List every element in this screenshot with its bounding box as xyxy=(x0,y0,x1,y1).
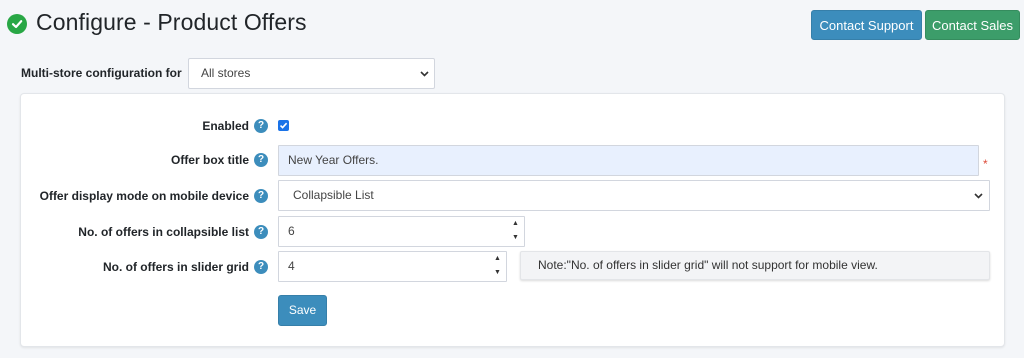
slider-count-label: No. of offers in slider grid xyxy=(102,260,249,274)
question-circle-icon[interactable]: ? xyxy=(254,153,268,167)
store-select[interactable]: All stores xyxy=(188,58,435,89)
offer-box-title-input[interactable]: New Year Offers. xyxy=(278,145,979,176)
question-circle-icon[interactable]: ? xyxy=(254,260,268,274)
enabled-checkbox[interactable] xyxy=(278,120,289,131)
settings-panel: Enabled ? Offer box title ? New Year Off… xyxy=(20,93,1005,347)
question-circle-icon[interactable]: ? xyxy=(254,119,268,133)
spin-down-icon[interactable]: ▼ xyxy=(508,231,523,245)
slider-count-input[interactable]: 4 xyxy=(278,251,507,282)
display-mode-select[interactable]: Collapsible List xyxy=(278,180,990,211)
spin-up-icon[interactable]: ▲ xyxy=(490,252,505,266)
question-circle-icon[interactable]: ? xyxy=(254,225,268,239)
spin-up-icon[interactable]: ▲ xyxy=(508,217,523,231)
save-button[interactable]: Save xyxy=(278,295,327,326)
collapsible-count-stepper[interactable]: ▲ ▼ xyxy=(508,217,523,246)
page-header: Configure - Product Offers Contact Suppo… xyxy=(0,0,1024,50)
contact-support-button[interactable]: Contact Support xyxy=(811,10,922,40)
chevron-down-icon xyxy=(420,71,429,77)
contact-sales-button[interactable]: Contact Sales xyxy=(925,10,1020,40)
page-title: Configure - Product Offers xyxy=(36,9,307,35)
enabled-label: Enabled xyxy=(202,119,249,133)
display-mode-label: Offer display mode on mobile device xyxy=(39,189,249,203)
display-mode-select-value: Collapsible List xyxy=(293,188,374,202)
check-circle-icon xyxy=(7,14,27,34)
store-selector-label: Multi-store configuration for xyxy=(21,66,182,80)
spin-down-icon[interactable]: ▼ xyxy=(490,266,505,280)
slider-count-stepper[interactable]: ▲ ▼ xyxy=(490,252,505,281)
question-circle-icon[interactable]: ? xyxy=(254,189,268,203)
chevron-down-icon xyxy=(974,193,983,199)
required-marker: * xyxy=(983,157,988,171)
offer-box-title-label: Offer box title xyxy=(170,153,249,167)
collapsible-count-label: No. of offers in collapsible list xyxy=(78,225,249,239)
store-select-value: All stores xyxy=(201,66,251,80)
collapsible-count-input[interactable]: 6 xyxy=(278,216,525,247)
mobile-view-note: Note:"No. of offers in slider grid" will… xyxy=(520,251,990,280)
